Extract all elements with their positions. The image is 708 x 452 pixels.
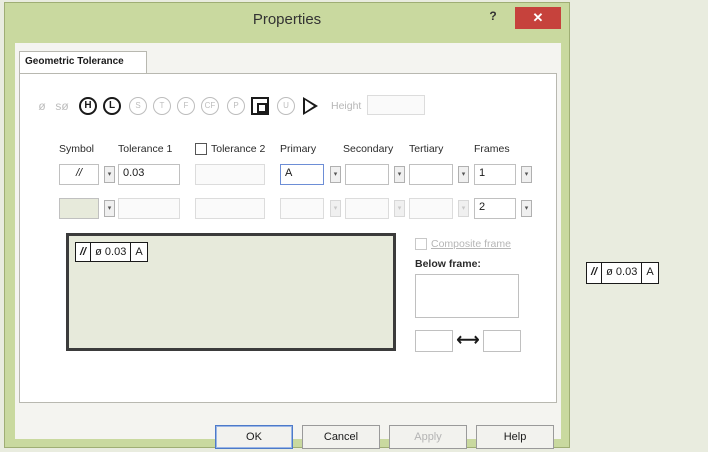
primary-datum-input[interactable]: A: [280, 164, 324, 185]
composite-frame-checkbox[interactable]: [415, 238, 427, 250]
close-button[interactable]: ✕: [515, 7, 561, 29]
secondary-datum-input[interactable]: [345, 164, 389, 185]
tolerance2-input-2[interactable]: [195, 198, 265, 219]
frames-dropdown-icon-1[interactable]: ▾: [521, 166, 532, 183]
circle-h-modifier-icon[interactable]: H: [79, 97, 97, 115]
circle-cf-modifier-icon[interactable]: CF: [201, 97, 219, 115]
diameter-symbol: ø: [606, 266, 613, 278]
double-arrow-icon: ⟷: [456, 332, 480, 349]
composite-frame-label: Composite frame: [431, 238, 511, 250]
secondary-datum-input-2[interactable]: [345, 198, 389, 219]
primary-dropdown-icon[interactable]: ▾: [330, 166, 341, 183]
height-label: Height: [331, 100, 362, 112]
drawing-tolerance-value: 0.03: [615, 266, 638, 278]
help-icon[interactable]: ?: [483, 9, 503, 27]
gap-left-input[interactable]: [415, 330, 453, 352]
parallelism-symbol: //: [76, 243, 92, 261]
tolerance1-input-2[interactable]: [118, 198, 180, 219]
primary-datum-input-2[interactable]: [280, 198, 324, 219]
symbol-header: Symbol: [59, 143, 95, 155]
tolerance1-input[interactable]: 0.03: [118, 164, 180, 185]
tolerance2-checkbox[interactable]: [195, 143, 207, 155]
primary-dropdown-icon-2[interactable]: ▾: [330, 200, 341, 217]
projected-zone-triangle-icon[interactable]: [303, 97, 318, 115]
circle-l-modifier-icon[interactable]: L: [103, 97, 121, 115]
tertiary-dropdown-icon[interactable]: ▾: [458, 166, 469, 183]
tertiary-datum-input[interactable]: [409, 164, 453, 185]
drawing-datum: A: [646, 266, 654, 278]
drawing-feature-control-frame[interactable]: // ø 0.03 A: [586, 262, 659, 284]
below-frame-label: Below frame:: [415, 258, 481, 270]
title-bar: Properties ? ✕: [5, 3, 569, 39]
cancel-button[interactable]: Cancel: [302, 425, 380, 449]
height-input[interactable]: [367, 95, 425, 115]
circle-s-modifier-icon[interactable]: S: [129, 97, 147, 115]
symbol-dropdown-icon-2[interactable]: ▾: [104, 200, 115, 217]
circle-p-modifier-icon[interactable]: P: [227, 97, 245, 115]
circle-t-modifier-icon[interactable]: T: [153, 97, 171, 115]
frames-header: Frames: [474, 143, 510, 155]
circle-u-modifier-icon[interactable]: U: [277, 97, 295, 115]
gap-right-input[interactable]: [483, 330, 521, 352]
tertiary-header: Tertiary: [409, 143, 444, 155]
tolerance1-header: Tolerance 1: [118, 143, 173, 155]
symbol-selector[interactable]: //: [59, 164, 99, 185]
symbol-dropdown-icon[interactable]: ▾: [104, 166, 115, 183]
secondary-header: Secondary: [343, 143, 394, 155]
secondary-dropdown-icon[interactable]: ▾: [394, 166, 405, 183]
feature-control-frame: // ø 0.03 A: [75, 242, 148, 262]
frames-dropdown-icon-2[interactable]: ▾: [521, 200, 532, 217]
preview-datum: A: [135, 246, 143, 258]
tolerance2-input[interactable]: [195, 164, 265, 185]
below-frame-input[interactable]: [415, 274, 519, 318]
ok-button[interactable]: OK: [215, 425, 293, 449]
frame-preview: // ø 0.03 A: [66, 233, 396, 351]
diameter-symbol: ø: [95, 246, 102, 258]
tertiary-dropdown-icon-2[interactable]: ▾: [458, 200, 469, 217]
help-button[interactable]: Help: [476, 425, 554, 449]
secondary-dropdown-icon-2[interactable]: ▾: [394, 200, 405, 217]
primary-header: Primary: [280, 143, 317, 155]
parallelism-symbol: //: [587, 263, 603, 283]
tab-geometric-tolerance[interactable]: Geometric Tolerance: [19, 51, 147, 73]
drawing-tolerance: ø 0.03: [602, 263, 643, 283]
square-modifier-icon[interactable]: [251, 97, 269, 115]
frames-input-1[interactable]: 1: [474, 164, 516, 185]
preview-tolerance-value: 0.03: [104, 246, 127, 258]
properties-dialog: Properties ? ✕ Geometric Tolerance ø sø …: [4, 2, 570, 449]
frames-input-2[interactable]: 2: [474, 198, 516, 219]
apply-button[interactable]: Apply: [389, 425, 467, 449]
diameter-modifier-icon[interactable]: ø: [33, 97, 51, 115]
symbol-selector-2[interactable]: [59, 198, 99, 219]
tolerance2-header: Tolerance 2: [211, 143, 266, 155]
circle-f-modifier-icon[interactable]: F: [177, 97, 195, 115]
tertiary-datum-input-2[interactable]: [409, 198, 453, 219]
spherical-diameter-modifier-icon[interactable]: sø: [53, 97, 71, 115]
preview-tolerance: ø 0.03: [91, 243, 132, 261]
